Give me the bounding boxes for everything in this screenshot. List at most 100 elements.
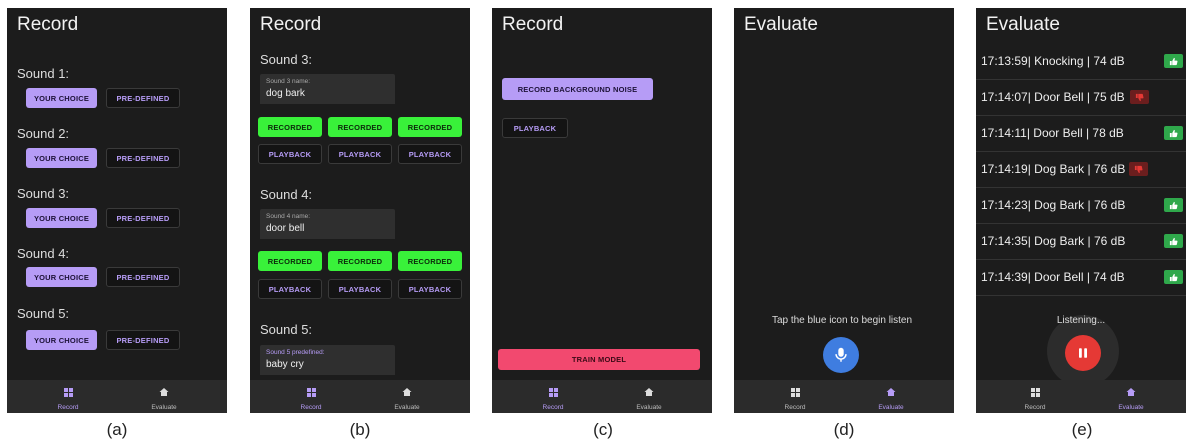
thumbs-up-icon <box>1169 273 1178 281</box>
result-row: 17:14:35| Dog Bark | 76 dB <box>976 223 1186 260</box>
sound-4-name-field[interactable]: Sound 4 name: door bell <box>260 209 395 239</box>
result-text: 17:14:07| Door Bell | 75 dB <box>981 90 1125 104</box>
sound-3-name-field-label: Sound 3 name: <box>266 78 311 85</box>
sound-3-recorded-button-1[interactable]: RECORDED <box>258 117 322 137</box>
pause-button[interactable] <box>1065 335 1101 371</box>
nav-label-record: Record <box>300 404 322 411</box>
sound-5-predefined-field-label: Sound 5 predefined: <box>266 349 325 356</box>
bottom-nav: Record Evaluate <box>7 380 227 413</box>
thumbs-up-button[interactable] <box>1164 54 1183 68</box>
dashboard-icon <box>790 388 800 397</box>
sound-3-recorded-button-3[interactable]: RECORDED <box>398 117 462 137</box>
sound-2-label: Sound 2: <box>17 126 70 141</box>
thumbs-up-button[interactable] <box>1164 234 1183 248</box>
nav-tab-record[interactable]: Record <box>281 384 341 411</box>
sound-4-recorded-button-2[interactable]: RECORDED <box>328 251 392 271</box>
listen-hint-text: Tap the blue icon to begin listen <box>771 315 913 326</box>
sound-4-playback-button-2[interactable]: PLAYBACK <box>328 279 392 299</box>
thumbs-up-icon <box>1169 237 1178 245</box>
thumbs-down-button[interactable] <box>1130 90 1149 104</box>
home-icon <box>402 388 412 396</box>
screen-d-evaluate-idle: Evaluate Tap the blue icon to begin list… <box>734 8 954 413</box>
nav-label-evaluate: Evaluate <box>1118 404 1144 411</box>
result-row: 17:13:59| Knocking | 74 dB <box>976 43 1186 80</box>
train-model-button[interactable]: TRAIN MODEL <box>498 349 700 370</box>
sound-3-label: Sound 3: <box>260 52 313 67</box>
bottom-nav: Record Evaluate <box>734 380 954 413</box>
home-icon <box>1126 388 1136 396</box>
nav-label-record: Record <box>57 404 79 411</box>
sound-3-recorded-button-2[interactable]: RECORDED <box>328 117 392 137</box>
sound-4-your-choice-button[interactable]: YOUR CHOICE <box>26 267 97 287</box>
sound-4-recorded-button-1[interactable]: RECORDED <box>258 251 322 271</box>
thumbs-up-button[interactable] <box>1164 198 1183 212</box>
sound-1-pre-defined-button[interactable]: PRE-DEFINED <box>106 88 180 108</box>
sound-4-playback-button-1[interactable]: PLAYBACK <box>258 279 322 299</box>
result-text: 17:14:23| Dog Bark | 76 dB <box>981 198 1126 212</box>
page-title: Record <box>17 14 79 35</box>
result-row: 17:14:11| Door Bell | 78 dB <box>976 115 1186 152</box>
home-icon <box>644 388 654 396</box>
nav-tab-record[interactable]: Record <box>765 384 825 411</box>
listening-status: Listening... <box>1056 315 1106 326</box>
sound-2-pre-defined-button[interactable]: PRE-DEFINED <box>106 148 180 168</box>
screen-c-record-noise: Record RECORD BACKGROUND NOISE PLAYBACK … <box>492 8 712 413</box>
sound-5-label: Sound 5: <box>17 306 70 321</box>
noise-playback-button[interactable]: PLAYBACK <box>502 118 568 138</box>
sound-1-your-choice-button[interactable]: YOUR CHOICE <box>26 88 97 108</box>
nav-label-record: Record <box>1024 404 1046 411</box>
page-title: Record <box>260 14 322 35</box>
nav-tab-evaluate[interactable]: Evaluate <box>861 384 921 411</box>
sound-4-label: Sound 4: <box>260 187 313 202</box>
nav-tab-evaluate[interactable]: Evaluate <box>377 384 437 411</box>
sound-5-predefined-field[interactable]: Sound 5 predefined: baby cry <box>260 345 395 375</box>
screen-b-record-details: Record Sound 3: Sound 3 name: dog bark R… <box>250 8 470 413</box>
sound-4-playback-button-3[interactable]: PLAYBACK <box>398 279 462 299</box>
thumbs-up-button[interactable] <box>1164 270 1183 284</box>
caption-c: (c) <box>593 420 613 439</box>
nav-label-record: Record <box>542 404 564 411</box>
sound-3-playback-button-3[interactable]: PLAYBACK <box>398 144 462 164</box>
result-text: 17:13:59| Knocking | 74 dB <box>981 54 1125 68</box>
screen-a-record: Record Sound 1: YOUR CHOICE PRE-DEFINED … <box>7 8 227 413</box>
sound-5-pre-defined-button[interactable]: PRE-DEFINED <box>106 330 180 350</box>
sound-4-recorded-button-3[interactable]: RECORDED <box>398 251 462 271</box>
screen-e-evaluate-listening: Evaluate 17:13:59| Knocking | 74 dB 17:1… <box>976 8 1186 413</box>
nav-tab-record[interactable]: Record <box>523 384 583 411</box>
result-row: 17:14:39| Door Bell | 74 dB <box>976 259 1186 296</box>
mic-button[interactable] <box>823 337 859 373</box>
nav-tab-evaluate[interactable]: Evaluate <box>619 384 679 411</box>
result-row: 17:14:07| Door Bell | 75 dB <box>976 79 1186 116</box>
record-background-noise-button[interactable]: RECORD BACKGROUND NOISE <box>502 78 653 100</box>
dashboard-icon <box>548 388 558 397</box>
home-icon <box>886 388 896 396</box>
sound-3-name-field[interactable]: Sound 3 name: dog bark <box>260 74 395 104</box>
bottom-nav: Record Evaluate <box>250 380 470 413</box>
sound-3-your-choice-button[interactable]: YOUR CHOICE <box>26 208 97 228</box>
result-text: 17:14:39| Door Bell | 74 dB <box>981 270 1125 284</box>
nav-tab-record[interactable]: Record <box>38 384 98 411</box>
sound-2-your-choice-button[interactable]: YOUR CHOICE <box>26 148 97 168</box>
sound-3-pre-defined-button[interactable]: PRE-DEFINED <box>106 208 180 228</box>
thumbs-down-button[interactable] <box>1129 162 1148 176</box>
sound-3-playback-button-2[interactable]: PLAYBACK <box>328 144 392 164</box>
microphone-icon <box>835 347 847 362</box>
sound-4-pre-defined-button[interactable]: PRE-DEFINED <box>106 267 180 287</box>
page-title: Evaluate <box>986 14 1060 35</box>
caption-b: (b) <box>349 420 371 439</box>
nav-tab-evaluate[interactable]: Evaluate <box>1101 384 1161 411</box>
nav-label-evaluate: Evaluate <box>151 404 177 411</box>
nav-tab-evaluate[interactable]: Evaluate <box>134 384 194 411</box>
result-text: 17:14:19| Dog Bark | 76 dB <box>981 162 1126 176</box>
thumbs-up-icon <box>1169 57 1178 65</box>
sound-4-name-field-value: door bell <box>266 223 305 234</box>
sound-5-label: Sound 5: <box>260 322 313 337</box>
dashboard-icon <box>63 388 73 397</box>
thumbs-down-icon <box>1135 93 1144 101</box>
sound-4-name-field-label: Sound 4 name: <box>266 213 311 220</box>
pause-icon <box>1079 348 1087 358</box>
sound-3-playback-button-1[interactable]: PLAYBACK <box>258 144 322 164</box>
sound-5-your-choice-button[interactable]: YOUR CHOICE <box>26 330 97 350</box>
nav-tab-record[interactable]: Record <box>1005 384 1065 411</box>
thumbs-up-button[interactable] <box>1164 126 1183 140</box>
